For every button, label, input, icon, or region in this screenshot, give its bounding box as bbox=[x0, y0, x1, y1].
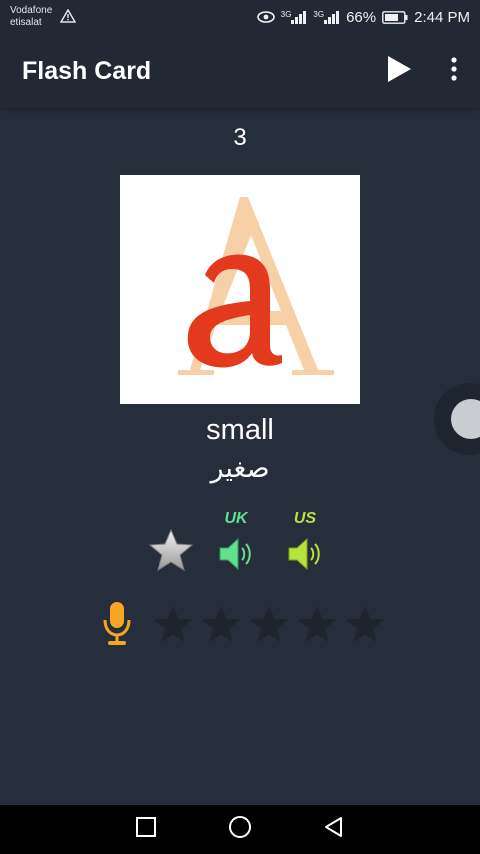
home-icon[interactable] bbox=[228, 815, 252, 844]
signal-icon-2: 3G bbox=[313, 10, 340, 24]
eye-icon bbox=[256, 11, 275, 23]
carrier-line1: Vodafone bbox=[10, 5, 53, 16]
rating-star-icon bbox=[296, 604, 338, 649]
rating-star-icon bbox=[248, 604, 290, 649]
letter-a-image[interactable] bbox=[120, 175, 360, 404]
translation-text: صغير bbox=[210, 453, 270, 484]
uk-audio-button[interactable]: UK bbox=[206, 510, 266, 579]
word-text: small bbox=[206, 414, 274, 446]
battery-icon bbox=[382, 10, 408, 24]
carrier-info: Vodafone etisalat bbox=[10, 5, 52, 29]
app-bar: Flash Card bbox=[0, 34, 480, 108]
status-bar: Vodafone etisalat 3G 3G 66% 2:44 PM bbox=[0, 0, 480, 34]
pronunciation-rating bbox=[100, 600, 386, 652]
card-counter: 3 bbox=[233, 124, 247, 151]
more-vert-icon[interactable] bbox=[450, 56, 458, 87]
clock: 2:44 PM bbox=[414, 8, 470, 26]
speaker-icon bbox=[285, 537, 325, 578]
system-nav-bar bbox=[0, 805, 480, 854]
back-icon[interactable] bbox=[323, 816, 345, 843]
audio-row: UK US bbox=[0, 510, 480, 590]
signal-icon-1: 3G bbox=[281, 10, 308, 24]
uk-label: UK bbox=[224, 510, 248, 527]
rating-star-icon bbox=[200, 604, 242, 649]
rating-star-icon bbox=[344, 604, 386, 649]
recents-icon[interactable] bbox=[135, 816, 157, 843]
us-audio-button[interactable]: US bbox=[275, 510, 335, 579]
carrier-line2: etisalat bbox=[10, 17, 42, 28]
rating-star-icon bbox=[152, 604, 194, 649]
microphone-icon[interactable] bbox=[100, 600, 134, 653]
page-title: Flash Card bbox=[22, 56, 152, 85]
warning-icon bbox=[59, 8, 77, 26]
favorite-star-icon[interactable] bbox=[148, 528, 194, 577]
us-label: US bbox=[293, 510, 317, 527]
speaker-icon bbox=[216, 537, 256, 578]
handle-knob bbox=[451, 399, 480, 439]
battery-percent: 66% bbox=[346, 8, 377, 26]
play-icon[interactable] bbox=[386, 55, 412, 88]
